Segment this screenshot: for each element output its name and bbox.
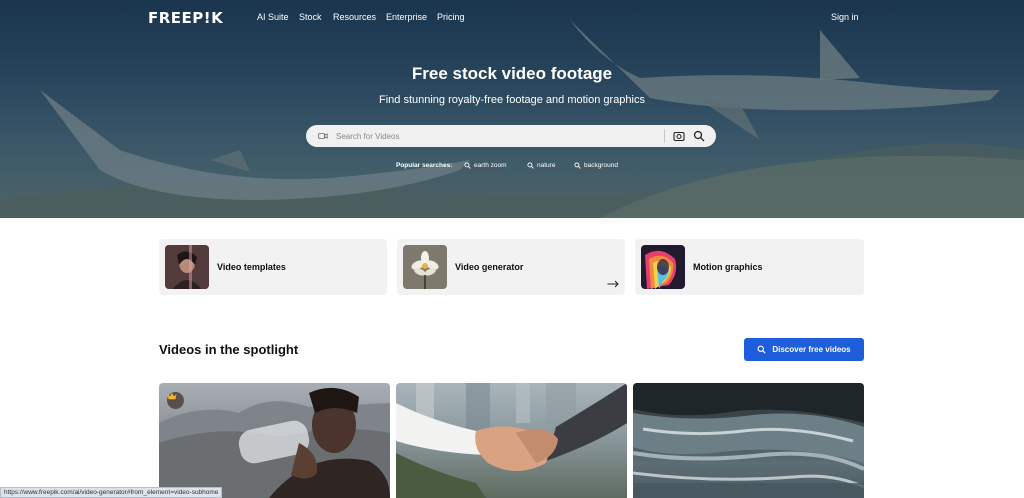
video-camera-icon [318,133,328,139]
video-thumbnail-handshake[interactable] [396,383,627,498]
nav-ai-suite[interactable]: AI Suite [257,12,289,22]
man-drinking-image [159,387,390,498]
popular-search-background[interactable]: background [574,162,618,169]
popular-searches: Popular searches: earth zoom nature back… [0,162,1024,174]
sign-in-link[interactable]: Sign in [831,12,859,22]
hero-title: Free stock video footage [411,64,613,83]
discover-button-label: Discover free videos [772,345,851,354]
browser-status-bar-url: https://www.freepik.com/ai/video-generat… [0,487,223,498]
video-thumbnail-river[interactable] [633,383,864,498]
arrow-right-icon [607,280,619,288]
freepik-logo[interactable]: FREEP!K [148,9,223,27]
search-icon [757,345,767,354]
popular-search-label: nature [537,162,556,169]
popular-search-label: background [584,162,618,169]
river-water-image [633,383,864,498]
video-search-bar [306,125,716,147]
nav-resources[interactable]: Resources [333,12,376,22]
search-divider [664,129,665,143]
video-thumbnail-man-drinking[interactable] [159,383,390,498]
card-video-templates[interactable]: Video templates [159,239,387,295]
hero-subtitle: Find stunning royalty-free footage and m… [379,94,645,106]
video-templates-thumbnail [165,245,209,289]
nav-stock[interactable]: Stock [299,12,322,22]
search-input[interactable] [336,128,656,144]
video-generator-thumbnail [403,245,447,289]
image-search-icon[interactable] [673,130,685,142]
handshake-image [396,383,627,498]
nav-enterprise[interactable]: Enterprise [386,12,427,22]
discover-free-videos-button[interactable]: Discover free videos [744,338,864,361]
search-icon [464,162,471,169]
motion-graphics-thumbnail [641,245,685,289]
premium-crown-icon [167,392,184,409]
search-icon [574,162,581,169]
popular-searches-label: Popular searches: [396,162,453,169]
search-icon[interactable] [693,130,705,142]
search-icon [527,162,534,169]
top-navigation: FREEP!K AI Suite Stock Resources Enterpr… [0,0,1024,34]
nav-pricing[interactable]: Pricing [437,12,465,22]
popular-search-label: earth zoom [474,162,507,169]
card-label: Video templates [217,262,286,272]
hero-banner: FREEP!K AI Suite Stock Resources Enterpr… [0,0,1024,218]
card-video-generator[interactable]: Video generator [397,239,625,295]
card-motion-graphics[interactable]: Motion graphics [635,239,864,295]
card-label: Motion graphics [693,262,763,272]
spotlight-title: Videos in the spotlight [159,342,299,357]
card-label: Video generator [455,262,524,272]
popular-search-earth-zoom[interactable]: earth zoom [464,162,507,169]
popular-search-nature[interactable]: nature [527,162,555,169]
